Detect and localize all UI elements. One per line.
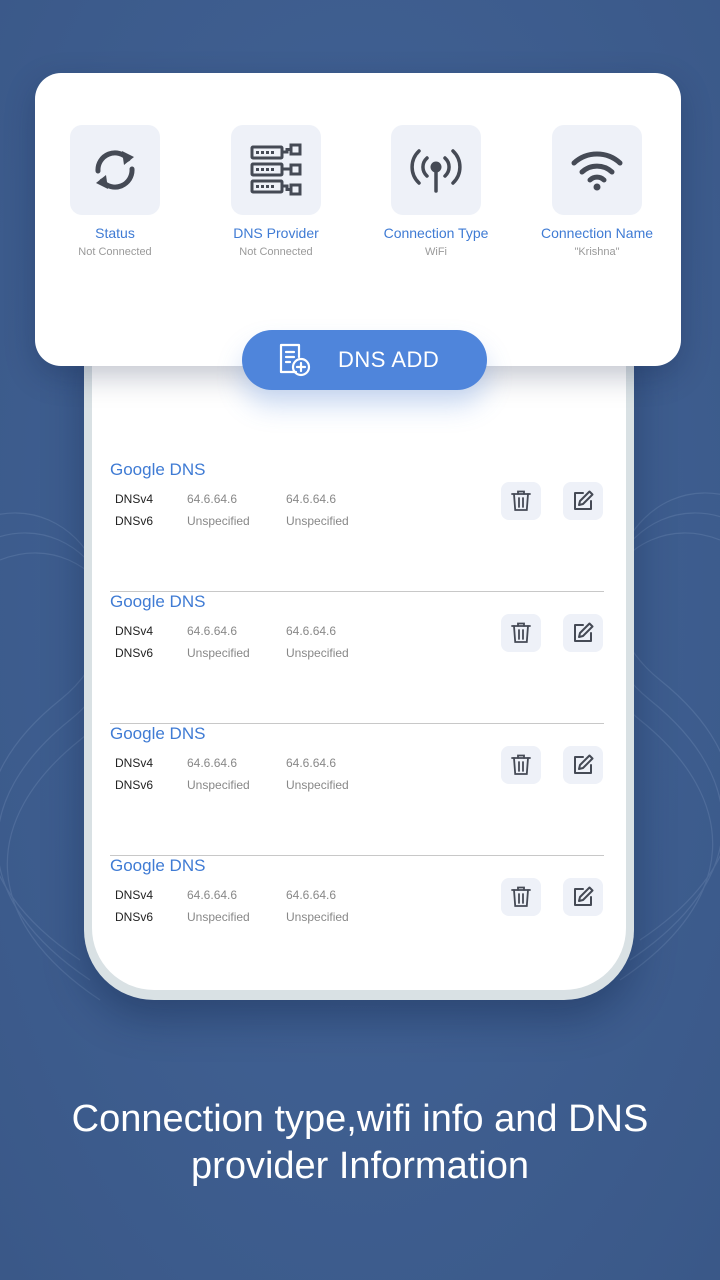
connection-name-icon-box xyxy=(552,125,642,215)
delete-button[interactable] xyxy=(501,878,541,916)
dns-provider-info[interactable]: DNS Provider Not Connected xyxy=(196,125,356,258)
connection-type-icon-box xyxy=(391,125,481,215)
dns-list-item[interactable]: Google DNS DNSv4 64.6.64.6 64.6.64.6 DNS… xyxy=(110,592,604,724)
edit-button[interactable] xyxy=(563,482,603,520)
connection-type-info[interactable]: Connection Type WiFi xyxy=(356,125,516,258)
dnsv6-primary: Unspecified xyxy=(187,646,250,660)
status-value: Not Connected xyxy=(78,246,152,258)
dnsv4-label: DNSv4 xyxy=(115,492,154,506)
dns-provider-value: Not Connected xyxy=(239,246,313,258)
dns-name: Google DNS xyxy=(110,856,206,875)
dns-name: Google DNS xyxy=(110,592,206,611)
dnsv4-secondary: 64.6.64.6 xyxy=(286,756,337,770)
connection-name-title: Connection Name xyxy=(540,225,654,241)
dnsv6-primary: Unspecified xyxy=(187,514,250,528)
dnsv6-primary: Unspecified xyxy=(187,778,250,792)
dns-list-item[interactable]: Google DNS DNSv4 64.6.64.6 64.6.64.6 DNS… xyxy=(110,460,604,592)
delete-button[interactable] xyxy=(501,482,541,520)
dns-name: Google DNS xyxy=(110,724,206,743)
dnsv6-label: DNSv6 xyxy=(115,514,154,528)
dnsv6-secondary: Unspecified xyxy=(286,646,349,660)
trash-icon xyxy=(511,622,531,643)
connection-type-value: WiFi xyxy=(425,246,447,258)
dnsv6-secondary: Unspecified xyxy=(286,778,349,792)
trash-icon xyxy=(511,490,531,511)
dns-name: Google DNS xyxy=(110,460,206,479)
edit-button[interactable] xyxy=(563,878,603,916)
dns-list-item[interactable]: Google DNS DNSv4 64.6.64.6 64.6.64.6 DNS… xyxy=(110,856,604,988)
dnsv6-secondary: Unspecified xyxy=(286,514,349,528)
dnsv4-secondary: 64.6.64.6 xyxy=(286,492,337,506)
edit-icon xyxy=(574,754,594,774)
edit-button[interactable] xyxy=(563,614,603,652)
dnsv6-label: DNSv6 xyxy=(115,778,154,792)
wifi-icon xyxy=(571,151,623,191)
antenna-icon xyxy=(410,149,462,193)
dnsv4-secondary: 64.6.64.6 xyxy=(286,624,337,638)
edit-icon xyxy=(574,490,594,510)
edit-button[interactable] xyxy=(563,746,603,784)
delete-button[interactable] xyxy=(501,614,541,652)
dns-add-label: DNS ADD xyxy=(338,347,440,372)
dns-provider-title: DNS Provider xyxy=(233,225,319,241)
dnsv6-secondary: Unspecified xyxy=(286,910,349,924)
trash-icon xyxy=(511,886,531,907)
dnsv4-secondary: 64.6.64.6 xyxy=(286,888,337,902)
dns-provider-icon-box xyxy=(231,125,321,215)
status-info[interactable]: Status Not Connected xyxy=(35,125,195,258)
status-title: Status xyxy=(95,225,135,241)
dnsv4-primary: 64.6.64.6 xyxy=(187,888,238,902)
dnsv6-primary: Unspecified xyxy=(187,910,250,924)
edit-icon xyxy=(574,622,594,642)
server-icon xyxy=(250,143,302,196)
trash-icon xyxy=(511,754,531,775)
promo-caption: Connection type,wifi info and DNS provid… xyxy=(71,1098,649,1187)
dnsv4-primary: 64.6.64.6 xyxy=(187,624,238,638)
connection-name-value: "Krishna" xyxy=(574,246,620,258)
status-icon-box xyxy=(70,125,160,215)
edit-icon xyxy=(574,886,594,906)
connection-name-info[interactable]: Connection Name "Krishna" xyxy=(517,125,677,258)
dnsv4-label: DNSv4 xyxy=(115,624,154,638)
dnsv6-label: DNSv6 xyxy=(115,910,154,924)
connection-info-card: Status Not Connected DNS Provider Not Co… xyxy=(35,73,681,366)
delete-button[interactable] xyxy=(501,746,541,784)
dnsv4-primary: 64.6.64.6 xyxy=(187,492,238,506)
dns-add-button[interactable]: DNS ADD xyxy=(242,330,487,390)
add-file-icon xyxy=(279,343,311,377)
refresh-icon xyxy=(95,150,135,190)
dnsv6-label: DNSv6 xyxy=(115,646,154,660)
dnsv4-label: DNSv4 xyxy=(115,756,154,770)
dns-list-item[interactable]: Google DNS DNSv4 64.6.64.6 64.6.64.6 DNS… xyxy=(110,724,604,856)
dnsv4-primary: 64.6.64.6 xyxy=(187,756,238,770)
connection-type-title: Connection Type xyxy=(383,225,489,241)
dnsv4-label: DNSv4 xyxy=(115,888,154,902)
